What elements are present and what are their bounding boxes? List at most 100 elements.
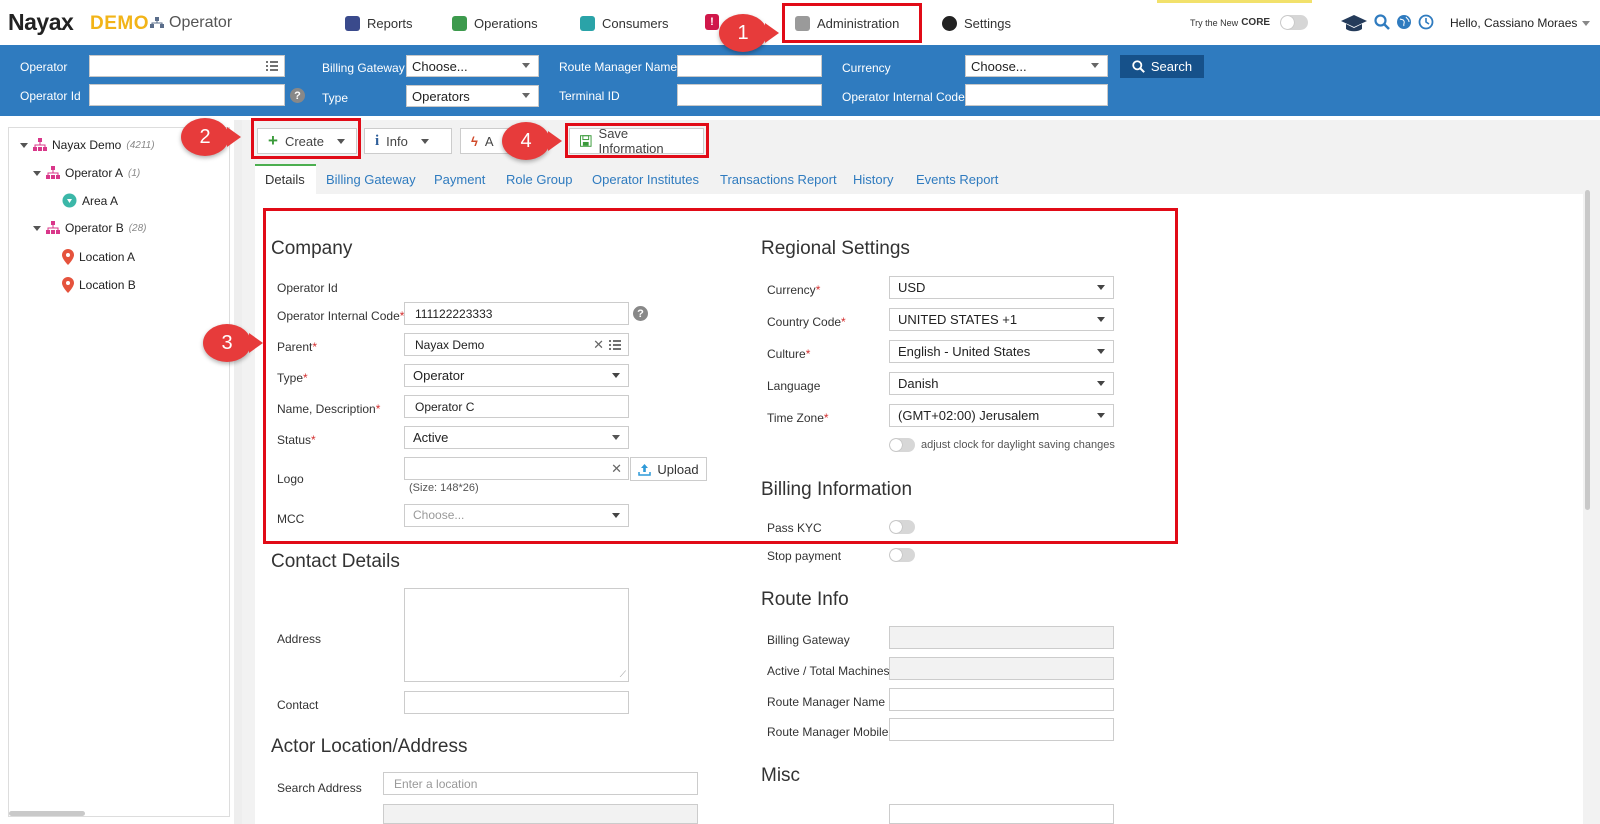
help-icon[interactable]: ? — [290, 88, 305, 103]
filter-operator-label: Operator — [20, 60, 68, 74]
info-button[interactable]: i Info — [364, 128, 452, 154]
section-title: Operator — [169, 14, 233, 31]
highlight-administration — [782, 3, 922, 43]
tab-billing-gateway[interactable]: Billing Gateway — [326, 172, 416, 187]
core-toggle[interactable] — [1280, 15, 1308, 30]
location-pin-icon — [62, 249, 74, 265]
tree-node-location-a[interactable]: Location A — [62, 249, 135, 265]
location-pin-icon — [62, 277, 74, 293]
route-billing-gateway-label: Billing Gateway — [767, 633, 850, 647]
settings-icon — [942, 15, 957, 31]
filter-route-manager-label: Route Manager Name — [559, 60, 678, 74]
filter-route-manager-input[interactable] — [677, 55, 822, 77]
filter-type-select[interactable]: Operators — [406, 85, 539, 107]
contact-heading: Contact Details — [271, 551, 400, 572]
globe-icon[interactable] — [1396, 14, 1412, 30]
step-badge-3: 3 — [203, 324, 263, 362]
logo-demo: DEMO — [90, 13, 149, 34]
filter-terminal-id-input[interactable] — [677, 84, 822, 106]
filter-billing-gateway-select[interactable]: Choose... — [406, 55, 539, 77]
hierarchy-icon — [46, 166, 60, 179]
misc-heading: Misc — [761, 765, 801, 786]
graduation-cap-icon[interactable] — [1340, 13, 1368, 33]
highlight-form — [263, 208, 1178, 544]
tree-node-nayax-demo[interactable]: Nayax Demo (4211) — [20, 138, 155, 152]
tree-node-operator-a[interactable]: Operator A (1) — [33, 166, 140, 180]
tab-details[interactable]: Details — [265, 172, 305, 187]
route-manager-mobile-label: Route Manager Mobile — [767, 725, 889, 739]
active-total-machines-label: Active / Total Machines — [767, 664, 890, 678]
search-button[interactable]: Search — [1120, 55, 1204, 78]
actor-heading: Actor Location/Address — [271, 736, 468, 757]
panel-splitter[interactable] — [234, 120, 242, 824]
hierarchy-icon — [33, 138, 47, 151]
step-badge-1: 1 — [719, 14, 779, 52]
step-badge-2: 2 — [181, 118, 241, 156]
search-icon — [1132, 60, 1145, 73]
tab-history[interactable]: History — [853, 172, 893, 187]
route-manager-name-input[interactable] — [889, 688, 1114, 711]
misc-input[interactable] — [889, 804, 1114, 824]
user-menu[interactable]: Hello, Cassiano Moraes — [1450, 16, 1591, 30]
chevron-down-icon[interactable] — [420, 138, 429, 144]
expand-caret-icon[interactable] — [20, 142, 28, 148]
route-heading: Route Info — [761, 589, 849, 610]
highlight-create — [251, 118, 361, 159]
tab-role-group[interactable]: Role Group — [506, 172, 572, 187]
filter-terminal-id-label: Terminal ID — [559, 89, 620, 103]
tab-events-report[interactable]: Events Report — [916, 172, 998, 187]
stop-payment-label: Stop payment — [767, 549, 842, 563]
hierarchy-icon — [46, 221, 60, 234]
filter-billing-gateway-label: Billing Gateway — [322, 61, 405, 75]
filter-internal-code-label: Operator Internal Code — [842, 90, 965, 104]
tab-transactions-report[interactable]: Transactions Report — [720, 172, 837, 187]
chevron-down-icon — [1582, 20, 1591, 26]
filter-currency-label: Currency — [842, 61, 891, 75]
tree-node-location-b[interactable]: Location B — [62, 277, 136, 293]
expand-caret-icon[interactable] — [33, 225, 41, 231]
tab-operator-institutes[interactable]: Operator Institutes — [592, 172, 699, 187]
highlight-save — [565, 123, 709, 158]
expand-caret-icon[interactable] — [33, 170, 41, 176]
lightning-icon: ϟ — [471, 133, 478, 149]
filter-operator-id-input[interactable] — [89, 84, 285, 106]
nav-settings[interactable]: Settings — [942, 12, 1011, 34]
nav-operations[interactable]: Operations — [452, 12, 538, 34]
content-scrollbar[interactable] — [1585, 190, 1590, 510]
stop-payment-toggle[interactable] — [889, 548, 915, 562]
resize-handle-icon[interactable]: ⟋ — [620, 669, 626, 680]
clock-icon[interactable] — [1418, 14, 1434, 30]
filter-internal-code-input[interactable] — [965, 84, 1108, 106]
tree-node-area-a[interactable]: Area A — [62, 193, 118, 208]
nav-reports[interactable]: Reports — [345, 12, 413, 34]
operations-icon — [452, 15, 467, 31]
nav-consumers[interactable]: Consumers — [580, 12, 668, 34]
filter-operator-id-label: Operator Id — [20, 89, 81, 103]
search-address-label: Search Address — [277, 781, 362, 795]
tree-node-operator-b[interactable]: Operator B (28) — [33, 221, 147, 235]
info-icon: i — [375, 132, 380, 149]
tab-payment[interactable]: Payment — [434, 172, 485, 187]
tree-scrollbar[interactable] — [9, 811, 85, 816]
search-address-input[interactable]: Enter a location — [383, 772, 698, 795]
try-core: Try the New CORE — [1190, 17, 1271, 28]
consumers-icon — [580, 15, 595, 31]
search-icon[interactable] — [1374, 14, 1390, 30]
route-manager-name-label: Route Manager Name — [767, 695, 886, 709]
contact-input[interactable] — [404, 691, 629, 714]
filter-currency-select[interactable]: Choose... — [965, 55, 1108, 77]
logo[interactable]: Nayax — [8, 9, 74, 36]
step-badge-4: 4 — [502, 122, 562, 160]
hierarchy-icon — [150, 17, 164, 28]
address-label: Address — [277, 632, 322, 646]
core-accent — [1157, 0, 1312, 3]
filter-type-label: Type — [322, 91, 349, 105]
active-total-machines-input — [889, 657, 1114, 680]
contact-label: Contact — [277, 698, 319, 712]
area-icon — [62, 193, 77, 208]
route-manager-mobile-input[interactable] — [889, 718, 1114, 741]
alerts-icon[interactable]: ! — [705, 14, 719, 30]
list-icon[interactable] — [266, 61, 278, 71]
address-textarea[interactable]: ⟋ — [404, 588, 629, 682]
filter-operator-input[interactable] — [89, 55, 285, 77]
